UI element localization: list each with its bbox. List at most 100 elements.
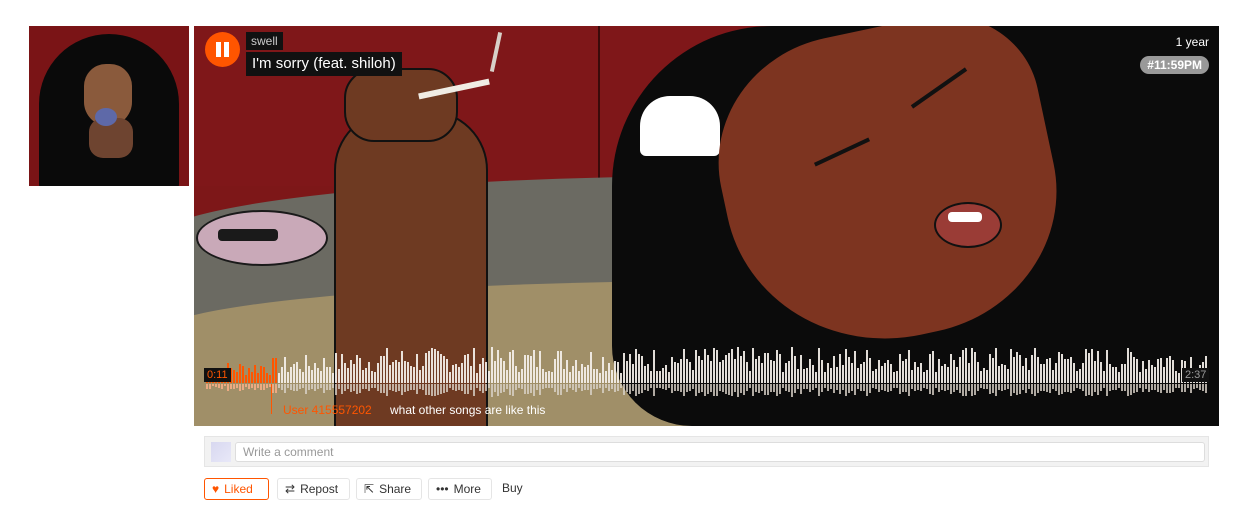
waveform-bar-reflection [533, 384, 535, 396]
waveform-bar-reflection [398, 384, 400, 391]
waveform-bar [674, 362, 676, 383]
waveform-bar-reflection [803, 384, 805, 389]
waveform-bar-reflection [974, 384, 976, 395]
waveform-bar-reflection [254, 384, 256, 390]
waveform-bar [1010, 349, 1012, 383]
waveform-bar [512, 350, 514, 383]
waveform-bar [749, 371, 751, 383]
waveform-bar-reflection [1013, 384, 1015, 393]
more-button[interactable]: ••• More [428, 478, 492, 500]
waveform-bar-reflection [731, 384, 733, 396]
waveform-bar-reflection [1184, 384, 1186, 392]
waveform-bar-reflection [212, 384, 214, 386]
waveform-bar-reflection [296, 384, 298, 391]
waveform-bar-reflection [680, 384, 682, 392]
buy-link[interactable]: Buy [502, 481, 523, 495]
waveform-bar-reflection [650, 384, 652, 388]
waveform-bar [788, 361, 790, 383]
waveform-bar [341, 354, 343, 383]
waveform-bar-reflection [1097, 384, 1099, 395]
waveform-bar-reflection [713, 384, 715, 396]
artist-name[interactable]: swell [246, 32, 283, 50]
waveform-bar-reflection [425, 384, 427, 395]
waveform-bar [473, 348, 475, 383]
waveform-comment-user[interactable]: User 415557202 [283, 403, 372, 417]
waveform[interactable] [206, 330, 1209, 400]
waveform-bar [854, 351, 856, 383]
waveform-bar-reflection [719, 384, 721, 391]
waveform-bar-reflection [689, 384, 691, 391]
waveform-bar [344, 363, 346, 383]
album-artwork[interactable] [29, 26, 189, 186]
waveform-bar-reflection [407, 384, 409, 391]
waveform-bar-reflection [1100, 384, 1102, 391]
waveform-bar-reflection [359, 384, 361, 393]
waveform-bar-reflection [710, 384, 712, 392]
comment-input[interactable] [235, 442, 1205, 462]
waveform-bar-reflection [887, 384, 889, 392]
waveform-bar-reflection [395, 384, 397, 392]
waveform-bar-reflection [980, 384, 982, 388]
waveform-bar-reflection [314, 384, 316, 391]
waveform-bar-reflection [410, 384, 412, 390]
waveform-bar-reflection [1031, 384, 1033, 394]
waveform-bar [866, 350, 868, 383]
waveform-bar [1043, 364, 1045, 383]
waveform-bar-reflection [962, 384, 964, 396]
waveform-bar [1130, 352, 1132, 383]
pause-button[interactable] [205, 32, 240, 67]
waveform-bar-reflection [749, 384, 751, 388]
waveform-bar-reflection [317, 384, 319, 389]
waveform-bar [1106, 350, 1108, 383]
waveform-bar-reflection [665, 384, 667, 390]
comment-marker[interactable] [271, 384, 272, 414]
waveform-bar [371, 371, 373, 383]
waveform-bar-reflection [575, 384, 577, 392]
waveform-bar-reflection [938, 384, 940, 392]
waveform-bar [1007, 369, 1009, 383]
waveform-bar [290, 367, 292, 383]
waveform-bar [683, 349, 685, 383]
waveform-bar-reflection [929, 384, 931, 394]
waveform-bar-reflection [977, 384, 979, 391]
waveform-bar-reflection [1040, 384, 1042, 391]
waveform-bar-reflection [1172, 384, 1174, 392]
waveform-bar-reflection [869, 384, 871, 393]
track-tag[interactable]: #11:59PM [1140, 56, 1209, 74]
waveform-bar-reflection [1187, 384, 1189, 388]
waveform-bar-reflection [560, 384, 562, 395]
waveform-bar-reflection [785, 384, 787, 391]
share-button[interactable]: ⇱ Share [356, 478, 422, 500]
liked-label: Liked [224, 482, 253, 496]
more-label: More [453, 482, 481, 496]
waveform-bar [584, 367, 586, 383]
waveform-bar-reflection [1112, 384, 1114, 390]
waveform-bar [899, 354, 901, 383]
waveform-bar-reflection [647, 384, 649, 391]
waveform-bar-reflection [584, 384, 586, 390]
waveform-bar-reflection [890, 384, 892, 391]
waveform-bar [704, 349, 706, 383]
waveform-bar [890, 364, 892, 383]
waveform-bar [731, 349, 733, 383]
waveform-bar-reflection [725, 384, 727, 394]
waveform-bar [284, 357, 286, 383]
waveform-bar [905, 359, 907, 383]
illustration-ash [218, 229, 278, 241]
waveform-bar-reflection [836, 384, 838, 390]
track-title[interactable]: I'm sorry (feat. shiloh) [246, 52, 402, 76]
waveform-bar [242, 366, 244, 383]
waveform-bar [317, 368, 319, 383]
liked-button[interactable]: ♥ Liked [204, 478, 269, 500]
waveform-bar [980, 371, 982, 383]
waveform-bar-reflection [455, 384, 457, 391]
waveform-bar-reflection [1007, 384, 1009, 389]
waveform-bar-reflection [884, 384, 886, 391]
waveform-bar-reflection [758, 384, 760, 393]
waveform-bar-reflection [563, 384, 565, 389]
waveform-bar [896, 371, 898, 383]
waveform-bar [326, 367, 328, 383]
waveform-bar-reflection [338, 384, 340, 389]
waveform-bar-reflection [353, 384, 355, 391]
repost-button[interactable]: ⇄ Repost [277, 478, 350, 500]
